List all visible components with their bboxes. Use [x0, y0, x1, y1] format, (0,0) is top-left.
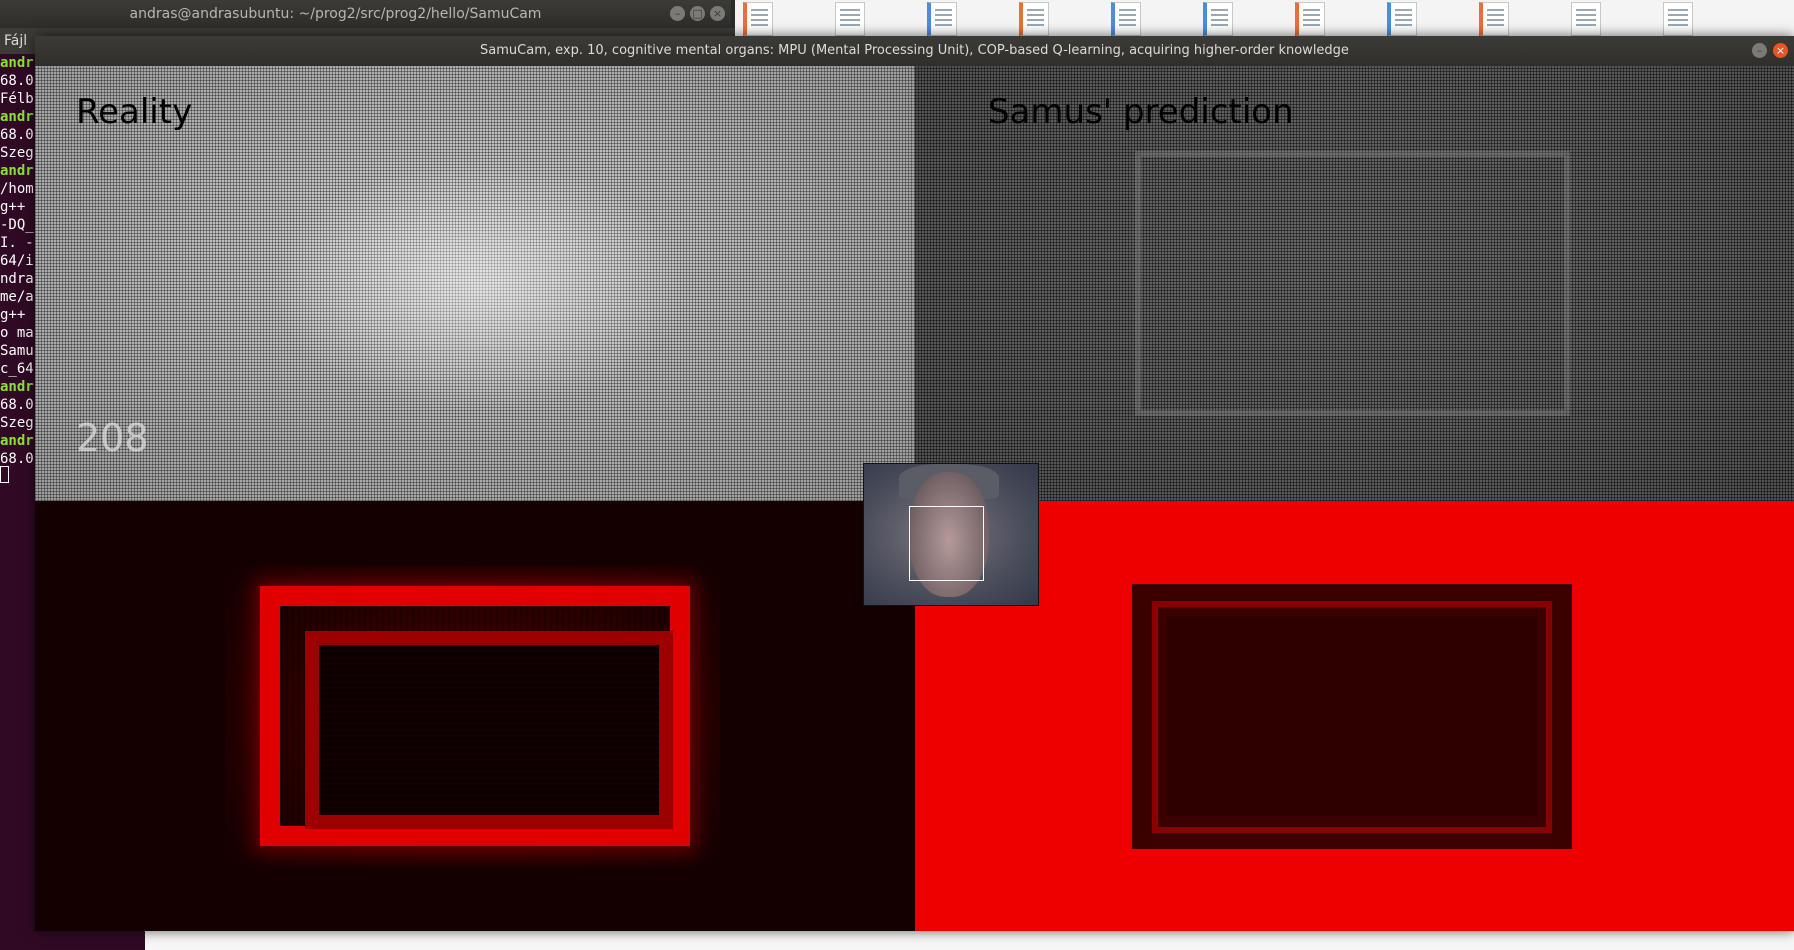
file-icon[interactable] [743, 2, 773, 36]
close-icon[interactable]: × [710, 6, 725, 21]
terminal-titlebar[interactable]: andras@andrasubuntu: ~/prog2/src/prog2/h… [0, 0, 731, 28]
background-window-edge [145, 930, 1794, 950]
reality-label: Reality [76, 92, 193, 132]
file-icon[interactable] [1111, 2, 1141, 36]
samucam-window[interactable]: SamuCam, exp. 10, cognitive mental organ… [35, 36, 1794, 931]
heatmap-core [319, 645, 659, 815]
minimize-icon[interactable]: – [670, 6, 685, 21]
prediction-core [1167, 616, 1537, 816]
file-icon[interactable] [1295, 2, 1325, 36]
file-icon[interactable] [1663, 2, 1693, 36]
minimize-icon[interactable]: – [1752, 43, 1767, 58]
window-title: SamuCam, exp. 10, cognitive mental organ… [480, 43, 1349, 58]
terminal-title: andras@andrasubuntu: ~/prog2/src/prog2/h… [129, 6, 542, 22]
reality-scene [270, 161, 690, 411]
file-icon[interactable] [1571, 2, 1601, 36]
prediction-heatmap [915, 501, 1794, 931]
samucam-titlebar[interactable]: SamuCam, exp. 10, cognitive mental organ… [35, 36, 1794, 66]
terminal-cursor [0, 466, 9, 483]
file-icon[interactable] [1479, 2, 1509, 36]
prediction-scene [1135, 151, 1570, 416]
prediction-label: Samus' prediction [988, 92, 1294, 132]
file-icon[interactable] [927, 2, 957, 36]
close-icon[interactable]: × [1773, 43, 1788, 58]
maximize-icon[interactable]: □ [690, 6, 705, 21]
prediction-view: Samus' prediction [915, 66, 1794, 501]
frame-counter: 208 [76, 416, 149, 460]
file-icon[interactable] [1387, 2, 1417, 36]
face-detection-box [909, 506, 984, 581]
reality-view: Reality 208 [35, 66, 915, 501]
webcam-face-thumbnail [863, 463, 1039, 606]
file-manager-strip [735, 0, 1794, 38]
menu-file[interactable]: Fájl [4, 33, 27, 49]
file-icon[interactable] [1203, 2, 1233, 36]
file-icon[interactable] [1019, 2, 1049, 36]
reality-heatmap [35, 501, 915, 931]
file-icon[interactable] [835, 2, 865, 36]
